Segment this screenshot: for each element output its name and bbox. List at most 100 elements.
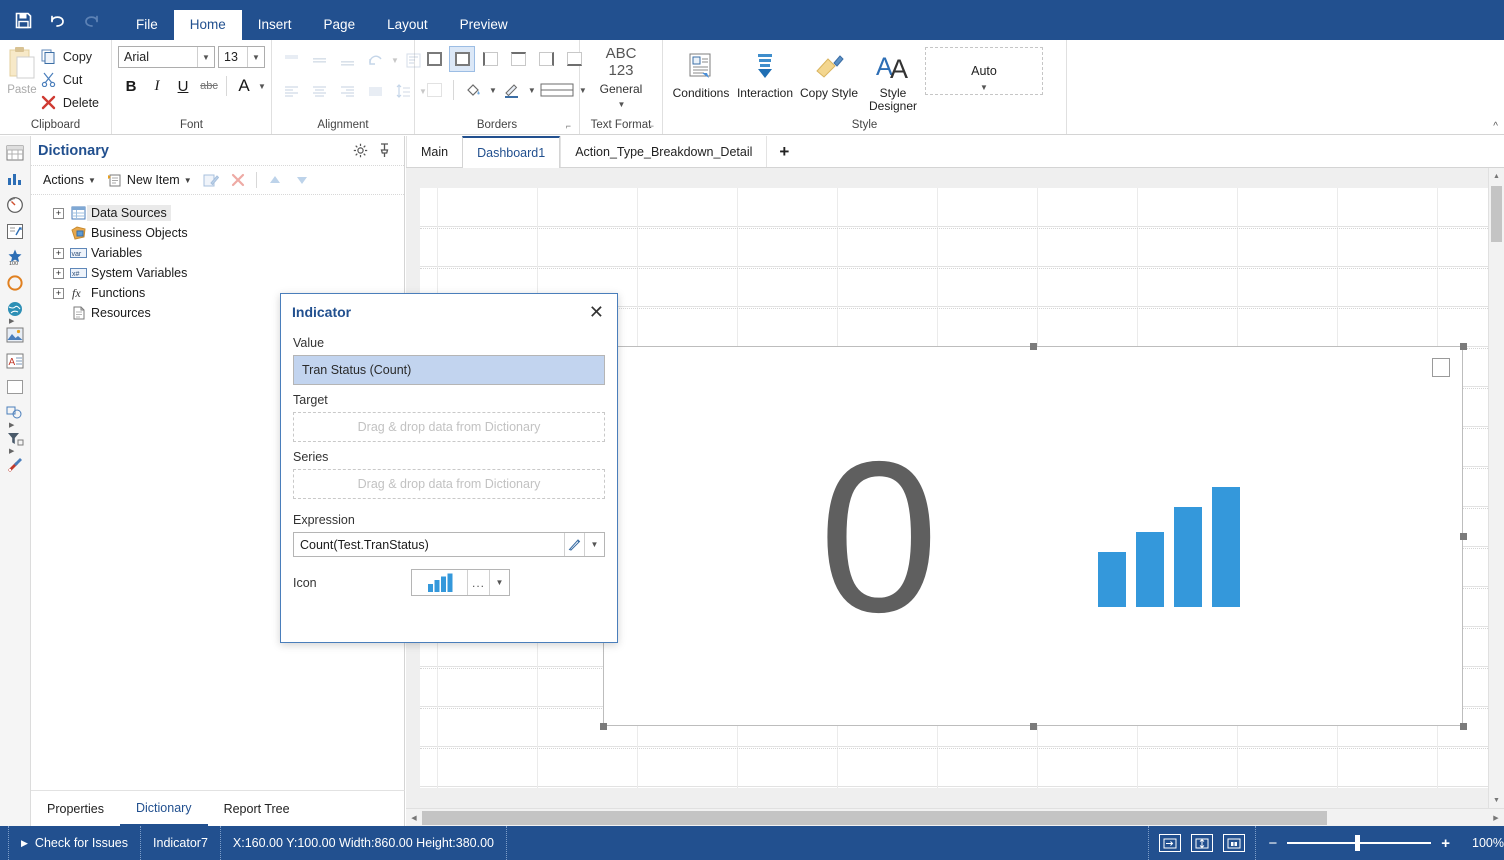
panel-tool-icon[interactable] xyxy=(1,374,29,400)
menu-tab-preview[interactable]: Preview xyxy=(444,10,524,40)
progress-tool-icon[interactable]: 100 xyxy=(1,244,29,270)
style-designer-button[interactable]: AA Style Designer xyxy=(861,45,925,113)
menu-tab-insert[interactable]: Insert xyxy=(242,10,308,40)
menu-tab-layout[interactable]: Layout xyxy=(371,10,444,40)
icon-browse-button[interactable]: ... xyxy=(467,570,489,595)
chevron-down-icon[interactable]: ▼ xyxy=(528,86,536,95)
italic-button[interactable]: I xyxy=(144,73,170,99)
number-format-button[interactable]: ABC 123 General ▼ xyxy=(589,43,653,112)
resize-handle-s[interactable] xyxy=(1029,722,1037,730)
menu-tab-page[interactable]: Page xyxy=(308,10,372,40)
tree-item-data-sources[interactable]: + Data Sources xyxy=(31,203,404,223)
chevron-down-icon[interactable]: ▼ xyxy=(584,533,604,556)
view-split-icon[interactable] xyxy=(1223,834,1246,852)
copy-button[interactable]: Copy xyxy=(38,45,105,68)
doc-tab-main[interactable]: Main xyxy=(406,136,462,167)
gauge-tool-icon[interactable] xyxy=(1,192,29,218)
indicator-tool-icon[interactable] xyxy=(1,218,29,244)
resize-handle-ne[interactable] xyxy=(1459,342,1467,350)
region-map-tool-icon[interactable]: ▶ xyxy=(1,400,29,429)
scroll-down-icon[interactable]: ▼ xyxy=(1489,792,1504,808)
resize-handle-se[interactable] xyxy=(1459,722,1467,730)
pin-icon[interactable] xyxy=(372,140,396,162)
expand-icon[interactable]: + xyxy=(53,287,64,299)
indicator-component[interactable]: 0 xyxy=(603,346,1463,726)
scroll-right-icon[interactable]: ▶ xyxy=(1488,814,1504,822)
table-tool-icon[interactable] xyxy=(1,140,29,166)
chevron-down-icon[interactable]: ▼ xyxy=(88,176,96,185)
add-page-button[interactable]: + xyxy=(766,136,801,167)
border-style-button[interactable] xyxy=(538,77,576,103)
dialog-launcher-icon[interactable]: ⌐ xyxy=(566,119,571,133)
border-top-button[interactable] xyxy=(505,46,531,72)
font-family-combo[interactable]: Arial ▼ xyxy=(118,46,215,68)
text-tool-icon[interactable]: A xyxy=(1,348,29,374)
border-all-button[interactable] xyxy=(421,46,447,72)
collapse-ribbon-icon[interactable]: ^ xyxy=(1493,121,1498,132)
resize-handle-e[interactable] xyxy=(1459,532,1467,540)
style-gallery[interactable]: Auto ▼ xyxy=(925,47,1043,95)
scroll-up-icon[interactable]: ▲ xyxy=(1489,168,1504,184)
strikethrough-button[interactable]: abc xyxy=(196,73,222,99)
filter-tool-icon[interactable]: ▶ xyxy=(1,426,29,455)
undo-icon[interactable] xyxy=(40,4,74,36)
bold-button[interactable]: B xyxy=(118,73,144,99)
image-tool-icon[interactable] xyxy=(1,322,29,348)
actions-menu-button[interactable]: Actions ▼ xyxy=(39,171,100,189)
zoom-in-button[interactable]: + xyxy=(1441,835,1450,852)
resize-handle-n[interactable] xyxy=(1029,342,1037,350)
cut-button[interactable]: Cut xyxy=(38,68,105,91)
target-drop-zone[interactable]: Drag & drop data from Dictionary xyxy=(293,412,605,442)
value-drop-zone[interactable]: Tran Status (Count) xyxy=(293,355,605,385)
zoom-slider[interactable] xyxy=(1287,835,1432,851)
gear-icon[interactable] xyxy=(348,140,372,162)
canvas-vertical-scrollbar[interactable]: ▲ ▼ xyxy=(1488,168,1504,808)
indicator-dialog[interactable]: Indicator ✕ Value Tran Status (Count) Ta… xyxy=(280,293,618,643)
doc-tab-dashboard1[interactable]: Dashboard1 xyxy=(462,136,561,168)
fill-color-button[interactable] xyxy=(460,77,486,103)
expand-icon[interactable]: + xyxy=(53,267,64,279)
resize-handle-sw[interactable] xyxy=(599,722,607,730)
zoom-slider-thumb[interactable] xyxy=(1355,835,1361,851)
chevron-down-icon[interactable]: ▼ xyxy=(618,97,626,112)
chevron-down-icon[interactable]: ▼ xyxy=(197,47,214,67)
vertical-scroll-thumb[interactable] xyxy=(1491,186,1502,242)
check-for-issues-button[interactable]: ▶ Check for Issues xyxy=(8,826,142,860)
new-item-button[interactable]: New Item ▼ xyxy=(103,170,196,190)
expand-icon[interactable]: + xyxy=(53,207,64,219)
chevron-down-icon[interactable]: ▼ xyxy=(980,83,988,92)
expression-field[interactable]: Count(Test.TranStatus) ▼ xyxy=(293,532,605,557)
interaction-button[interactable]: Interaction xyxy=(733,45,797,100)
menu-tab-file[interactable]: File xyxy=(120,10,174,40)
move-up-button[interactable] xyxy=(263,170,287,190)
chevron-down-icon[interactable]: ▼ xyxy=(489,570,509,595)
indicator-checkbox[interactable] xyxy=(1432,358,1450,377)
shape-tool-icon[interactable] xyxy=(1,270,29,296)
conditions-button[interactable]: Conditions xyxy=(669,45,733,100)
chevron-down-icon[interactable]: ▼ xyxy=(258,82,266,91)
view-normal-icon[interactable] xyxy=(1159,834,1182,852)
move-down-button[interactable] xyxy=(290,170,314,190)
chart-tool-icon[interactable] xyxy=(1,166,29,192)
view-vertical-icon[interactable] xyxy=(1191,834,1214,852)
tree-item-business-objects[interactable]: Business Objects xyxy=(31,223,404,243)
series-drop-zone[interactable]: Drag & drop data from Dictionary xyxy=(293,469,605,499)
edit-expression-icon[interactable] xyxy=(564,533,584,556)
chevron-down-icon[interactable]: ▼ xyxy=(184,176,192,185)
border-right-button[interactable] xyxy=(533,46,559,72)
chevron-down-icon[interactable]: ▼ xyxy=(247,47,264,67)
paste-button[interactable]: Paste xyxy=(6,43,38,96)
tree-item-system-variables[interactable]: + x# System Variables xyxy=(31,263,404,283)
delete-button[interactable]: Delete xyxy=(38,91,105,114)
save-icon[interactable] xyxy=(6,4,40,36)
copy-style-button[interactable]: Copy Style xyxy=(797,45,861,100)
border-left-button[interactable] xyxy=(477,46,503,72)
canvas-horizontal-scrollbar[interactable]: ◀ ▶ xyxy=(406,808,1504,826)
tree-item-variables[interactable]: + var Variables xyxy=(31,243,404,263)
expand-icon[interactable]: + xyxy=(53,247,64,259)
map-tool-icon[interactable]: ▶ xyxy=(1,296,29,325)
tools-tool-icon[interactable] xyxy=(1,452,29,478)
close-icon[interactable]: ✕ xyxy=(586,303,607,321)
underline-button[interactable]: U xyxy=(170,73,196,99)
doc-tab-action-type-breakdown-detail[interactable]: Action_Type_Breakdown_Detail xyxy=(560,136,766,167)
